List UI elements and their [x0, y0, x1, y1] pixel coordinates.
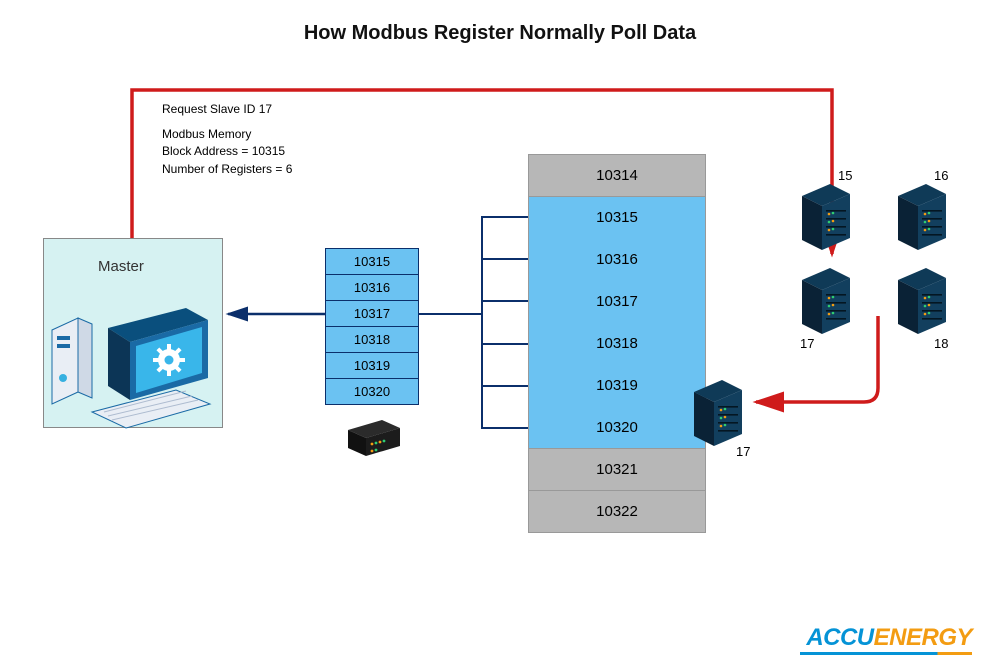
- table-row: 10317: [529, 281, 705, 323]
- table-row: 10321: [529, 449, 705, 491]
- server-icon: [892, 178, 952, 254]
- memory-map-table: 10314 10315 10316 10317 10318 10319 1032…: [528, 154, 706, 533]
- logo-part-1: ACCU: [806, 624, 873, 651]
- table-row: 10315: [326, 249, 418, 275]
- table-row: 10314: [529, 155, 705, 197]
- table-row: 10315: [529, 197, 705, 239]
- server-icon: [796, 262, 856, 338]
- table-row: 10322: [529, 491, 705, 533]
- logo-underline: [800, 652, 972, 655]
- table-row: 10317: [326, 301, 418, 327]
- server-icon: [892, 262, 952, 338]
- table-row: 10320: [529, 407, 705, 449]
- server-label: 18: [934, 336, 948, 351]
- page-title: How Modbus Register Normally Poll Data: [0, 0, 1000, 45]
- memory-line-2: Block Address = 10315: [162, 143, 292, 160]
- request-label: Request Slave ID 17: [162, 102, 272, 116]
- table-row: 10319: [529, 365, 705, 407]
- table-row: 10318: [529, 323, 705, 365]
- server-label: 15: [838, 168, 852, 183]
- switch-icon: [344, 416, 404, 460]
- returned-registers-table: 10315 10316 10317 10318 10319 10320: [325, 248, 419, 405]
- table-row: 10320: [326, 379, 418, 405]
- memory-line-1: Modbus Memory: [162, 126, 292, 143]
- server-icon: [796, 178, 856, 254]
- server-label: 17: [736, 444, 750, 459]
- server-label: 17: [800, 336, 814, 351]
- master-label: Master: [98, 258, 144, 275]
- logo-part-2: ENERGY: [874, 624, 972, 651]
- memory-info: Modbus Memory Block Address = 10315 Numb…: [162, 126, 292, 178]
- table-row: 10316: [529, 239, 705, 281]
- table-row: 10316: [326, 275, 418, 301]
- table-row: 10318: [326, 327, 418, 353]
- brand-logo: ACCUENERGY: [806, 624, 972, 652]
- table-row: 10319: [326, 353, 418, 379]
- server-icon: [688, 374, 748, 450]
- memory-line-3: Number of Registers = 6: [162, 161, 292, 178]
- computer-icon: [48, 300, 218, 440]
- server-label: 16: [934, 168, 948, 183]
